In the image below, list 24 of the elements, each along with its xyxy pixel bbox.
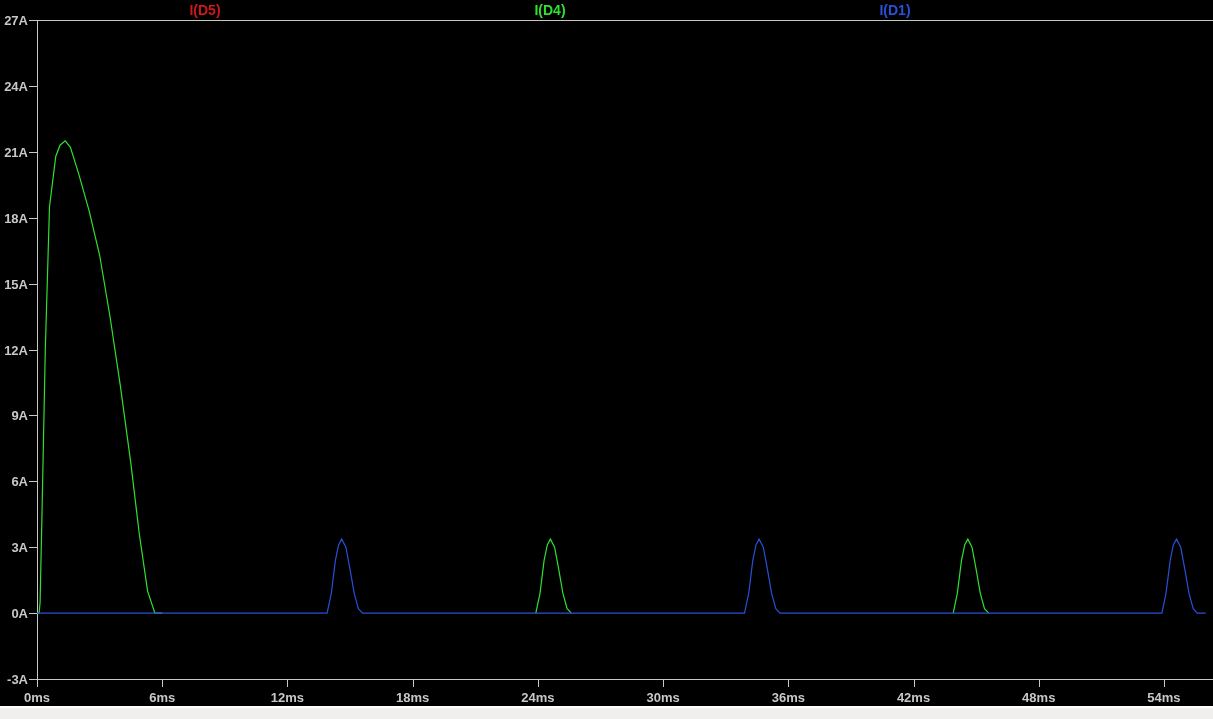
axis-label: 6ms [149,690,176,705]
axis-label: 15A [4,276,28,292]
axis-label: 12ms [270,690,305,705]
axis-label: 27A [4,13,28,28]
axis-label: 0ms [24,690,50,705]
axis-label: -3A [7,672,28,687]
axis-label: 9A [11,408,28,424]
axis-label: 21A [4,144,28,160]
legend-label: I(D1) [879,2,911,18]
legend-label: I(D5) [189,2,221,18]
axis-label: 42ms [896,690,931,705]
axis-label: 18ms [396,690,430,705]
axis-label: 12A [4,342,28,358]
legend-label: I(D4) [534,2,566,18]
axis-label: 30ms [646,690,680,705]
axis-label: 0A [11,606,28,622]
axis-label: 24ms [521,690,555,705]
axis-label: 18A [4,210,28,226]
axis-label: 3A [11,540,28,556]
axis-label: 24A [4,78,28,94]
axis-label: 54ms [1147,690,1181,705]
axis-label: 36ms [771,690,805,705]
axis-label: 48ms [1022,690,1056,705]
axis-label: 6A [11,474,28,490]
